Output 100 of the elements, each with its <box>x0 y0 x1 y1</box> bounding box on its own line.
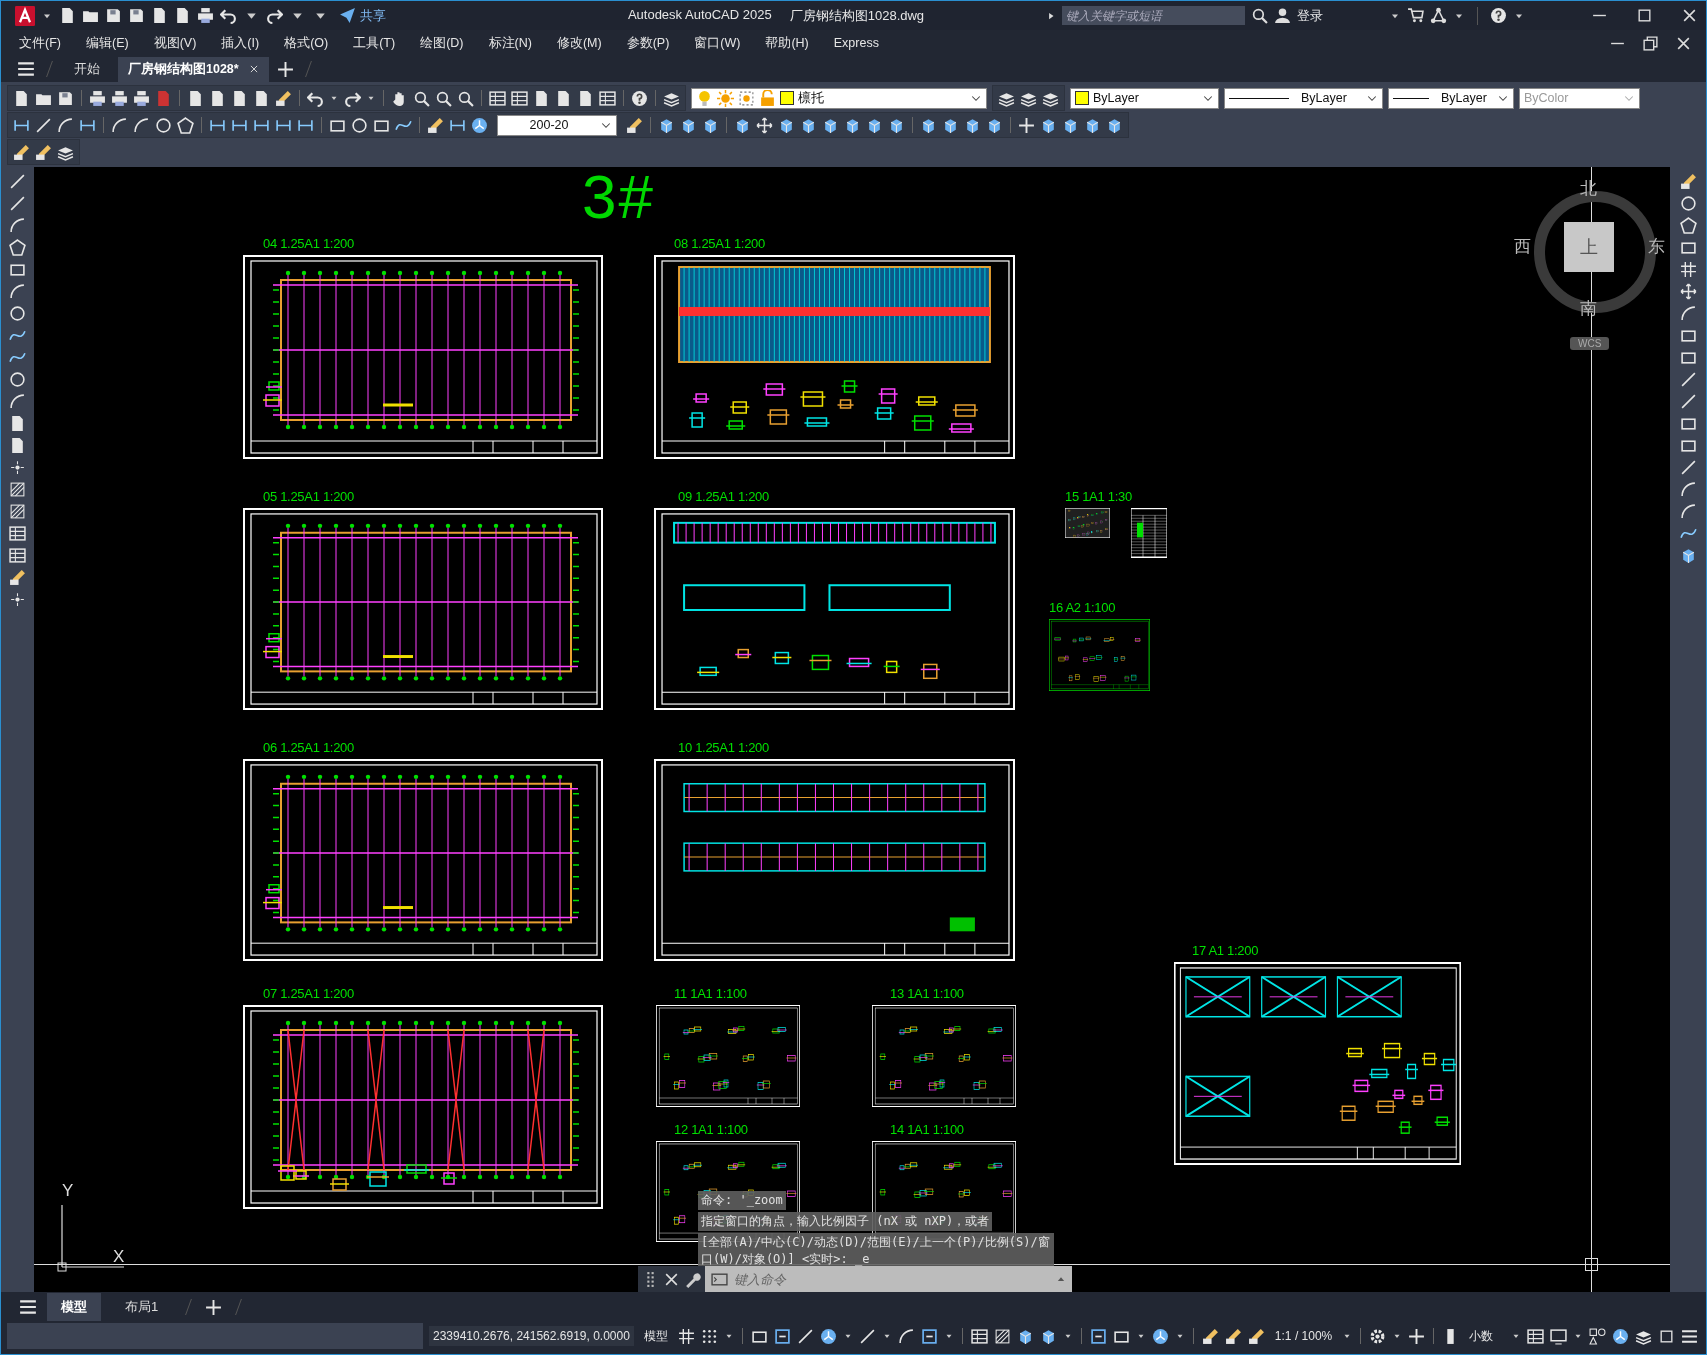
menu-item[interactable]: 工具(T) <box>353 34 408 52</box>
cube-icon[interactable] <box>800 116 817 134</box>
line-icon[interactable] <box>858 1327 876 1345</box>
document-icon[interactable] <box>187 89 204 107</box>
printer-icon[interactable] <box>197 7 214 24</box>
menu-item[interactable]: 参数(P) <box>626 34 682 52</box>
grid-icon[interactable] <box>1679 261 1697 278</box>
compass-south-label[interactable]: 南 <box>1580 297 1597 320</box>
arc-icon[interactable] <box>1679 305 1697 322</box>
layout-tab[interactable]: 模型 <box>47 1293 101 1321</box>
arc-icon[interactable] <box>897 1327 915 1345</box>
menu-item[interactable]: 绘图(D) <box>420 34 476 52</box>
maximize-icon[interactable] <box>1658 1327 1675 1345</box>
document-icon[interactable] <box>13 89 30 107</box>
close-icon[interactable] <box>248 64 259 74</box>
menu-icon[interactable] <box>19 1298 37 1316</box>
hatch-icon[interactable] <box>9 481 26 498</box>
model-space-button[interactable]: 模型 <box>639 1324 672 1348</box>
circle-icon[interactable] <box>155 116 172 134</box>
shapes-icon[interactable] <box>1589 1327 1606 1345</box>
document-icon[interactable] <box>555 89 572 107</box>
document-icon[interactable] <box>151 7 168 24</box>
redo-icon[interactable] <box>266 7 283 24</box>
table-icon[interactable] <box>511 89 528 107</box>
cube-icon[interactable] <box>942 116 959 134</box>
cube-icon[interactable] <box>702 116 719 134</box>
menu-item[interactable]: 格式(O) <box>284 34 341 52</box>
hatch-icon[interactable] <box>9 503 26 520</box>
cart-icon[interactable] <box>1407 7 1424 24</box>
units-dropdown[interactable]: 小数 <box>1465 1324 1505 1348</box>
app-logo-icon[interactable] <box>15 5 35 26</box>
cube-icon[interactable] <box>1062 116 1079 134</box>
cube-icon[interactable] <box>1040 116 1057 134</box>
isometric-icon[interactable] <box>1612 1327 1629 1345</box>
share-label[interactable]: 共享 <box>360 6 386 25</box>
document-icon[interactable] <box>209 89 226 107</box>
sign-in-link[interactable]: 登录 <box>1297 6 1323 25</box>
rectangle-icon[interactable] <box>1679 415 1697 432</box>
menu-item[interactable]: 编辑(E) <box>85 34 141 52</box>
undo-icon[interactable] <box>307 89 324 107</box>
printer-icon[interactable] <box>111 89 128 107</box>
table-icon[interactable] <box>970 1327 988 1345</box>
search-field[interactable]: 键入关键字或短语 <box>1062 6 1245 25</box>
circle-icon[interactable] <box>9 305 26 322</box>
table-icon[interactable] <box>489 89 506 107</box>
arc-icon[interactable] <box>9 393 26 410</box>
table-icon[interactable] <box>1527 1327 1544 1345</box>
move-icon[interactable] <box>756 116 773 134</box>
cube-icon[interactable] <box>866 116 883 134</box>
line-icon[interactable] <box>35 116 52 134</box>
menu-item[interactable]: 视图(V) <box>153 34 209 52</box>
line-icon[interactable] <box>1679 371 1697 388</box>
pencil-icon[interactable] <box>427 116 444 134</box>
color-dropdown[interactable]: ByLayer <box>1070 87 1219 109</box>
cube-icon[interactable] <box>964 116 981 134</box>
table-icon[interactable] <box>9 547 26 564</box>
menu-icon[interactable] <box>17 60 35 78</box>
share-button[interactable]: 共享 <box>339 6 386 25</box>
polygon-icon[interactable] <box>9 239 26 256</box>
plus-icon[interactable] <box>1018 116 1035 134</box>
close-icon[interactable] <box>1681 7 1698 24</box>
arc-icon[interactable] <box>9 283 26 300</box>
line-icon[interactable] <box>1679 393 1697 410</box>
command-input-field[interactable]: 键入命令 <box>732 1270 1052 1288</box>
file-tab[interactable]: 厂房钢结构图1028* <box>118 56 269 82</box>
layout-tab[interactable]: 布局1 <box>111 1293 173 1321</box>
point-icon[interactable] <box>9 591 26 608</box>
redo-icon[interactable] <box>344 89 361 107</box>
isometric-icon[interactable] <box>471 116 488 134</box>
compass-west-label[interactable]: 西 <box>1514 235 1531 258</box>
command-line-field[interactable]: 键入命令 <box>705 1266 1072 1292</box>
rectangle-icon[interactable] <box>9 261 26 278</box>
restore-icon[interactable] <box>1642 34 1659 52</box>
cube-icon[interactable] <box>822 116 839 134</box>
pencil-icon[interactable] <box>1201 1327 1219 1345</box>
isometric-icon[interactable] <box>819 1327 837 1345</box>
play-arrow-icon[interactable] <box>1046 10 1056 21</box>
menu-item[interactable]: 插入(I) <box>221 34 272 52</box>
grid-icon[interactable] <box>677 1327 695 1345</box>
menu-item[interactable]: 帮助(H) <box>765 34 821 52</box>
move-icon[interactable] <box>1679 283 1697 300</box>
circle-icon[interactable] <box>1679 195 1697 212</box>
network-icon[interactable] <box>1430 7 1447 24</box>
cube-icon[interactable] <box>778 116 795 134</box>
view-cube[interactable]: 上 <box>1564 222 1614 272</box>
menu-icon[interactable] <box>1681 1327 1698 1345</box>
arc-icon[interactable] <box>111 116 128 134</box>
line-icon[interactable] <box>796 1327 814 1345</box>
arc-icon[interactable] <box>57 116 74 134</box>
hatch-icon[interactable] <box>993 1327 1011 1345</box>
polygon-icon[interactable] <box>1679 217 1697 234</box>
user-icon[interactable] <box>1274 7 1291 24</box>
drawing-canvas[interactable] <box>34 167 1670 1292</box>
coordinates-readout[interactable]: 2339410.2676, 241562.6919, 0.0000 <box>429 1326 634 1346</box>
point-icon[interactable] <box>9 459 26 476</box>
undo-icon[interactable] <box>220 7 237 24</box>
linetype-dropdown[interactable]: ByLayer <box>1224 87 1383 109</box>
cube-icon[interactable] <box>888 116 905 134</box>
menu-item[interactable]: 修改(M) <box>556 34 614 52</box>
help-icon[interactable] <box>631 89 648 107</box>
